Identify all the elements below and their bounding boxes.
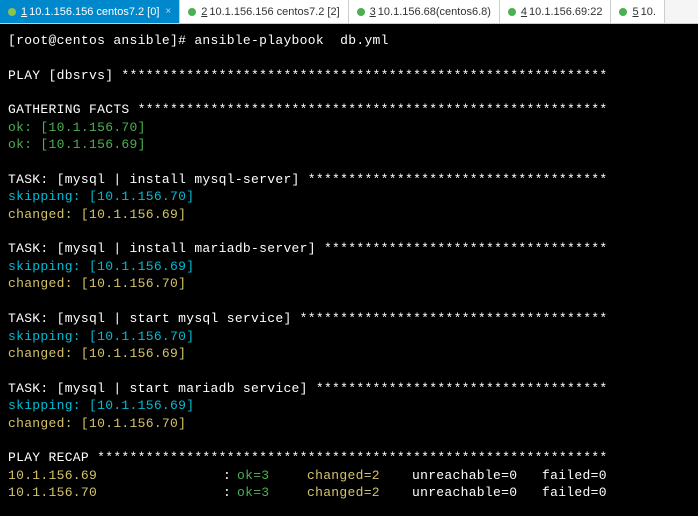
changed-status: changed: [10.1.156.70] xyxy=(8,275,690,293)
blank-line xyxy=(8,50,690,67)
recap-failed: failed=0 xyxy=(542,484,607,502)
recap-ok: ok=3 xyxy=(237,484,307,502)
skipping-status: skipping: [10.1.156.69] xyxy=(8,397,690,415)
blank-line xyxy=(8,293,690,310)
recap-host: 10.1.156.70 xyxy=(8,484,223,502)
recap-failed: failed=0 xyxy=(542,467,607,485)
task-header: TASK: [mysql | install mysql-server] ***… xyxy=(8,171,690,189)
terminal-output[interactable]: [root@centos ansible]# ansible-playbook … xyxy=(0,24,698,510)
tab-number: 4 xyxy=(521,6,527,18)
close-icon[interactable]: × xyxy=(165,6,171,17)
recap-row: 10.1.156.69 : ok=3 changed=2 unreachable… xyxy=(8,467,690,485)
tab-label: 10.1.156.69:22 xyxy=(529,6,602,18)
tab-bar: 1 10.1.156.156 centos7.2 [0] × 2 10.1.15… xyxy=(0,0,698,24)
tab-label: 10.1.156.156 centos7.2 [2] xyxy=(209,6,339,18)
tab-number: 2 xyxy=(201,6,207,18)
task-header: TASK: [mysql | install mariadb-server] *… xyxy=(8,240,690,258)
tab-number: 1 xyxy=(21,6,27,18)
recap-host: 10.1.156.69 xyxy=(8,467,223,485)
ok-status: ok: [10.1.156.69] xyxy=(8,136,690,154)
tab-label: 10.1.156.156 centos7.2 [0] xyxy=(29,6,159,18)
recap-unreachable: unreachable=0 xyxy=(412,484,542,502)
recap-changed: changed=2 xyxy=(307,484,412,502)
command-prompt: [root@centos ansible]# ansible-playbook … xyxy=(8,32,690,50)
tab-4[interactable]: 4 10.1.156.69:22 xyxy=(500,0,612,23)
status-dot-icon xyxy=(619,8,627,16)
status-dot-icon xyxy=(8,8,16,16)
task-header: TASK: [mysql | start mariadb service] **… xyxy=(8,380,690,398)
changed-status: changed: [10.1.156.69] xyxy=(8,345,690,363)
recap-colon: : xyxy=(223,467,237,485)
recap-unreachable: unreachable=0 xyxy=(412,467,542,485)
recap-colon: : xyxy=(223,484,237,502)
status-dot-icon xyxy=(508,8,516,16)
tab-1[interactable]: 1 10.1.156.156 centos7.2 [0] × xyxy=(0,0,180,23)
play-recap-header: PLAY RECAP *****************************… xyxy=(8,449,690,467)
status-dot-icon xyxy=(188,8,196,16)
tab-5[interactable]: 5 10. xyxy=(611,0,664,23)
task-header: TASK: [mysql | start mysql service] ****… xyxy=(8,310,690,328)
recap-row: 10.1.156.70 : ok=3 changed=2 unreachable… xyxy=(8,484,690,502)
skipping-status: skipping: [10.1.156.70] xyxy=(8,328,690,346)
gathering-facts-header: GATHERING FACTS ************************… xyxy=(8,101,690,119)
changed-status: changed: [10.1.156.69] xyxy=(8,206,690,224)
blank-line xyxy=(8,363,690,380)
blank-line xyxy=(8,432,690,449)
tab-3[interactable]: 3 10.1.156.68(centos6.8) xyxy=(349,0,500,23)
blank-line xyxy=(8,84,690,101)
tab-2[interactable]: 2 10.1.156.156 centos7.2 [2] xyxy=(180,0,348,23)
blank-line xyxy=(8,223,690,240)
play-header: PLAY [dbsrvs] **************************… xyxy=(8,67,690,85)
changed-status: changed: [10.1.156.70] xyxy=(8,415,690,433)
ok-status: ok: [10.1.156.70] xyxy=(8,119,690,137)
skipping-status: skipping: [10.1.156.69] xyxy=(8,258,690,276)
tab-label: 10.1.156.68(centos6.8) xyxy=(378,6,491,18)
tab-number: 3 xyxy=(370,6,376,18)
status-dot-icon xyxy=(357,8,365,16)
blank-line xyxy=(8,154,690,171)
skipping-status: skipping: [10.1.156.70] xyxy=(8,188,690,206)
tab-number: 5 xyxy=(632,6,638,18)
tab-label: 10. xyxy=(641,6,656,18)
recap-ok: ok=3 xyxy=(237,467,307,485)
recap-changed: changed=2 xyxy=(307,467,412,485)
